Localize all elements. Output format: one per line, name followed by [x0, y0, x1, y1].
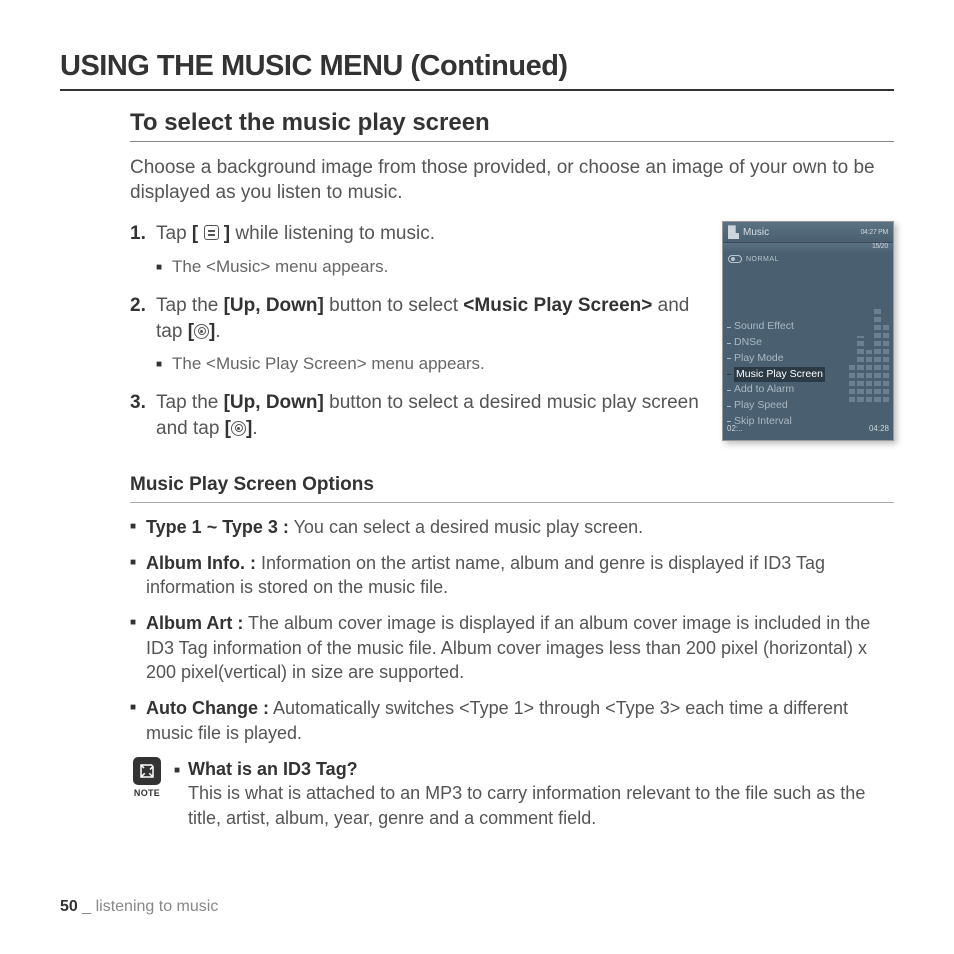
dash-icon [727, 374, 731, 375]
text: The <Music> menu appears. [172, 257, 388, 279]
note-icon-block: NOTE [130, 757, 164, 830]
device-time: 04:27 PM [860, 229, 888, 236]
option-type: ■ Type 1 ~ Type 3 : You can select a des… [130, 515, 894, 539]
device-menu: Sound EffectDNSePlay ModeMusic Play Scre… [727, 319, 825, 429]
bullet-icon: ■ [130, 611, 146, 684]
bullet-icon: ■ [130, 696, 146, 745]
footer-chapter: listening to music [96, 898, 219, 915]
device-subheader: NORMAL [723, 253, 893, 267]
text: The <Music Play Screen> menu appears. [172, 354, 485, 376]
step-body: Tap [ ] while listening to music. [156, 221, 704, 247]
option-label: Album Art : [146, 613, 243, 633]
equalizer-icon [849, 307, 889, 402]
bullet-icon: ■ [130, 551, 146, 600]
step-number: 2. [130, 293, 156, 344]
device-time-right: 04:28 [869, 424, 889, 433]
intro-text: Choose a background image from those pro… [130, 156, 894, 205]
device-menu-label: Sound Effect [734, 319, 794, 335]
select-icon [231, 421, 246, 436]
dash-icon [727, 358, 731, 359]
option-album-art: ■ Album Art : The album cover image is d… [130, 611, 894, 684]
step-3: 3. Tap the [Up, Down] button to select a… [130, 390, 704, 441]
step-number: 1. [130, 221, 156, 247]
note-icon [133, 757, 161, 785]
step-2-sub: ■ The <Music Play Screen> menu appears. [156, 354, 704, 376]
step-body: Tap the [Up, Down] button to select <Mus… [156, 293, 704, 344]
page-footer: 50 _ listening to music [60, 898, 218, 916]
option-text: You can select a desired music play scre… [289, 517, 643, 537]
bracket: ] [219, 223, 231, 244]
option-label: Type 1 ~ Type 3 : [146, 517, 289, 537]
text: button to select [324, 295, 463, 316]
steps-list: 1. Tap [ ] while listening to music. ■ T… [130, 221, 704, 451]
device-menu-item: Add to Alarm [727, 382, 825, 398]
repeat-icon [728, 255, 742, 263]
note-block: NOTE ■What is an ID3 Tag? This is what i… [130, 757, 894, 830]
device-menu-item: DNSe [727, 335, 825, 351]
text: Tap [156, 223, 192, 244]
step-2: 2. Tap the [Up, Down] button to select <… [130, 293, 704, 344]
dash-icon [727, 343, 731, 344]
bullet-icon: ■ [156, 354, 172, 376]
page-title: USING THE MUSIC MENU (Continued) [60, 50, 894, 91]
step-body: Tap the [Up, Down] button to select a de… [156, 390, 704, 441]
device-menu-item: Sound Effect [727, 319, 825, 335]
note-question: What is an ID3 Tag? [188, 759, 358, 779]
text: . [215, 321, 220, 342]
music-note-icon [728, 225, 739, 239]
device-menu-label: DNSe [734, 335, 762, 351]
device-menu-item: Play Mode [727, 351, 825, 367]
device-footer: 02:.. 04:28 [727, 424, 889, 433]
note-answer: This is what is attached to an MP3 to ca… [174, 781, 894, 830]
note-label: NOTE [130, 787, 164, 799]
dash-icon [727, 327, 731, 328]
step-1-sub: ■ The <Music> menu appears. [156, 257, 704, 279]
option-label: Auto Change : [146, 698, 269, 718]
text: . [252, 418, 257, 439]
dash-icon [727, 421, 731, 422]
content-row: 1. Tap [ ] while listening to music. ■ T… [130, 221, 894, 451]
device-app-label: Music [743, 227, 769, 238]
step-number: 3. [130, 390, 156, 441]
text: Tap the [156, 392, 224, 413]
bold: [Up, Down] [224, 392, 324, 413]
footer-sep: _ [78, 898, 96, 915]
option-auto-change: ■ Auto Change : Automatically switches <… [130, 696, 894, 745]
device-body: Sound EffectDNSePlay ModeMusic Play Scre… [723, 267, 893, 435]
text: while listening to music. [230, 223, 435, 244]
option-album-info: ■ Album Info. : Information on the artis… [130, 551, 894, 600]
bullet-icon: ■ [130, 515, 146, 539]
dash-icon [727, 390, 731, 391]
device-header: Music 04:27 PM [723, 222, 893, 243]
device-menu-label: Add to Alarm [734, 382, 794, 398]
device-menu-label: Play Mode [734, 351, 784, 367]
device-screenshot: Music 04:27 PM 15/20 NORMAL Sound Effect… [722, 221, 894, 441]
options-list: ■ Type 1 ~ Type 3 : You can select a des… [130, 515, 894, 745]
device-track-count: 15/20 [872, 243, 888, 250]
device-mode: NORMAL [746, 256, 779, 263]
dash-icon [727, 406, 731, 407]
page-number: 50 [60, 898, 78, 915]
bullet-icon: ■ [174, 764, 188, 778]
device-menu-label: Music Play Screen [734, 367, 825, 383]
device-menu-item: Play Speed [727, 398, 825, 414]
bold: [Up, Down] [224, 295, 324, 316]
section-title: To select the music play screen [130, 109, 894, 142]
note-body: ■What is an ID3 Tag? This is what is att… [174, 757, 894, 830]
device-time-left: 02:.. [727, 424, 743, 433]
device-menu-item: Music Play Screen [727, 367, 825, 383]
text: Tap the [156, 295, 224, 316]
bold: <Music Play Screen> [463, 295, 652, 316]
menu-icon [204, 225, 219, 240]
option-text: The album cover image is displayed if an… [146, 613, 870, 682]
subsection-title: Music Play Screen Options [130, 474, 894, 503]
select-icon [194, 324, 209, 339]
bullet-icon: ■ [156, 257, 172, 279]
bracket: [ [192, 223, 204, 244]
option-label: Album Info. : [146, 553, 256, 573]
device-menu-label: Play Speed [734, 398, 788, 414]
step-1: 1. Tap [ ] while listening to music. [130, 221, 704, 247]
